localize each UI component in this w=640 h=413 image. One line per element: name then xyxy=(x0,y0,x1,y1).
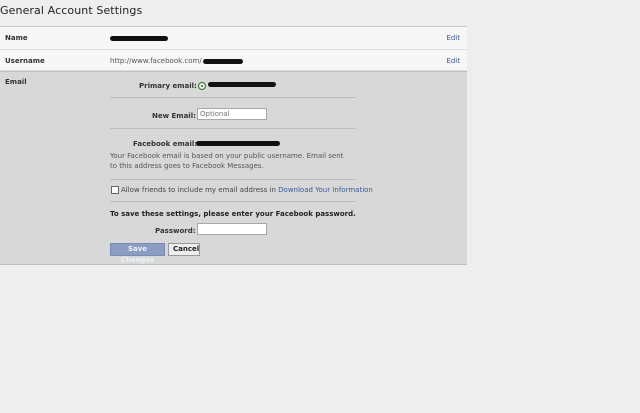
divider xyxy=(110,97,356,98)
redacted-primary-email xyxy=(208,82,276,87)
cancel-button[interactable]: Cancel xyxy=(168,243,200,256)
divider xyxy=(110,201,356,202)
primary-email-label: Primary email: xyxy=(139,82,197,90)
email-label: Email xyxy=(5,78,27,86)
name-row: Name Edit xyxy=(0,27,467,50)
facebook-email-label: Facebook email: xyxy=(133,140,198,148)
edit-name-link[interactable]: Edit xyxy=(446,34,460,42)
email-settings-panel: Email Primary email: New Email: Facebook… xyxy=(0,71,467,265)
username-row: Username http://www.facebook.com/ Edit xyxy=(0,50,467,71)
redacted-username xyxy=(202,58,243,64)
allow-friends-checkbox[interactable] xyxy=(111,186,119,194)
redacted-name xyxy=(110,35,168,41)
page-title: General Account Settings xyxy=(0,4,143,17)
username-value: http://www.facebook.com/ xyxy=(110,57,243,65)
save-changes-button[interactable]: Save Changes xyxy=(110,243,165,264)
facebook-email-help-text: Your Facebook email is based on your pub… xyxy=(110,152,344,170)
new-email-label: New Email: xyxy=(152,112,196,120)
save-settings-note: To save these settings, please enter you… xyxy=(110,210,356,218)
username-label: Username xyxy=(5,57,45,65)
allow-friends-text: Allow friends to include my email addres… xyxy=(121,186,373,194)
name-label: Name xyxy=(5,34,28,42)
primary-email-radio[interactable] xyxy=(198,82,206,90)
name-value xyxy=(110,34,168,42)
divider xyxy=(110,128,356,129)
password-label: Password: xyxy=(155,227,196,235)
divider xyxy=(110,179,356,180)
allow-friends-label: Allow friends to include my email addres… xyxy=(121,186,276,194)
password-input[interactable] xyxy=(197,223,267,235)
edit-username-link[interactable]: Edit xyxy=(446,57,460,65)
new-email-input[interactable] xyxy=(197,108,267,120)
download-your-information-link[interactable]: Download Your Information xyxy=(278,186,373,194)
username-url-prefix: http://www.facebook.com/ xyxy=(110,57,202,65)
redacted-facebook-email xyxy=(196,141,280,146)
